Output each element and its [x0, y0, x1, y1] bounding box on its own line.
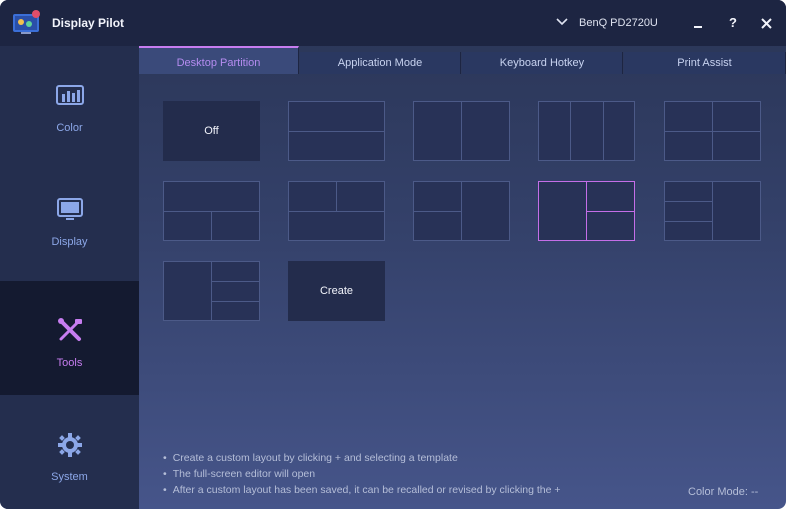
layout-off-label: Off — [204, 125, 219, 137]
layout-pane — [712, 181, 761, 241]
layout-three-vertical[interactable] — [538, 101, 635, 161]
layout-pane — [664, 131, 713, 161]
layout-left-full-right-three[interactable] — [163, 261, 260, 321]
tab-print-assist[interactable]: Print Assist — [624, 52, 786, 74]
gear-icon — [55, 431, 85, 459]
layout-pane — [163, 261, 212, 321]
layout-top-split-bottom-full[interactable] — [288, 181, 385, 241]
sidebar-item-label: Display — [51, 236, 88, 248]
color-bars-icon — [55, 82, 85, 110]
sidebar-item-label: Tools — [56, 357, 83, 369]
layout-pane — [288, 131, 385, 161]
layout-pane — [211, 261, 260, 282]
help-notes: Create a custom layout by clicking + and… — [163, 450, 561, 498]
layout-pane — [603, 101, 635, 161]
close-button[interactable] — [755, 12, 777, 34]
app-title: Display Pilot — [52, 16, 125, 30]
layout-pane — [712, 101, 761, 132]
create-layout-button[interactable]: Create — [288, 261, 385, 321]
sidebar: Color Display Tools System — [0, 46, 139, 509]
layout-pane — [211, 211, 260, 241]
help-button[interactable]: ? — [722, 12, 744, 34]
color-mode-status: Color Mode: -- — [688, 486, 759, 498]
layout-left-split-right-full[interactable] — [413, 181, 510, 241]
sidebar-item-tools[interactable]: Tools — [0, 281, 139, 395]
sidebar-item-system[interactable]: System — [0, 395, 139, 509]
tools-icon — [55, 317, 85, 345]
app-window: Display Pilot BenQ PD2720U ? Color Displ… — [0, 0, 786, 509]
layout-pane — [211, 281, 260, 302]
layout-pane — [163, 181, 260, 212]
minimize-button[interactable] — [687, 12, 709, 34]
title-bar: Display Pilot BenQ PD2720U ? — [0, 0, 786, 46]
layout-pane — [664, 221, 713, 241]
note-item: After a custom layout has been saved, it… — [163, 482, 561, 498]
layout-pane — [413, 101, 462, 161]
layout-off[interactable]: Off — [163, 101, 260, 161]
layout-pane — [664, 201, 713, 222]
tab-keyboard-hotkey[interactable]: Keyboard Hotkey — [462, 52, 623, 74]
monitor-icon — [55, 196, 85, 224]
layout-pane — [538, 181, 587, 241]
layout-left-full-right-split[interactable] — [538, 181, 635, 241]
layout-pane — [586, 181, 635, 212]
layout-four-grid[interactable] — [664, 101, 761, 161]
layout-pane — [664, 181, 713, 202]
layout-two-horizontal[interactable] — [288, 101, 385, 161]
tab-bar: Desktop Partition Application Mode Keybo… — [139, 46, 786, 74]
layout-pane — [461, 101, 510, 161]
sidebar-item-label: System — [51, 471, 88, 483]
layout-pane — [570, 101, 604, 161]
layout-pane — [288, 101, 385, 132]
tab-application-mode[interactable]: Application Mode — [300, 52, 461, 74]
layout-pane — [413, 181, 462, 212]
sidebar-item-display[interactable]: Display — [0, 160, 139, 274]
display-pilot-logo-icon — [12, 9, 42, 37]
layout-top-full-bottom-split[interactable] — [163, 181, 260, 241]
layout-pane — [664, 101, 713, 132]
layout-pane — [461, 181, 510, 241]
note-item: Create a custom layout by clicking + and… — [163, 450, 561, 466]
create-layout-label: Create — [319, 285, 354, 297]
sidebar-item-label: Color — [56, 122, 83, 134]
layout-pane — [288, 211, 385, 241]
layout-pane — [336, 181, 385, 212]
layout-pane — [586, 211, 635, 241]
layout-pane — [538, 101, 571, 161]
layout-pane — [712, 131, 761, 161]
layout-left-three-right-full[interactable] — [664, 181, 761, 241]
note-item: The full-screen editor will open — [163, 466, 561, 482]
monitor-selector[interactable]: BenQ PD2720U — [579, 17, 658, 29]
layout-two-vertical[interactable] — [413, 101, 510, 161]
tab-desktop-partition[interactable]: Desktop Partition — [139, 46, 299, 74]
sidebar-item-color[interactable]: Color — [0, 46, 139, 160]
layout-pane — [211, 301, 260, 321]
layout-pane — [413, 211, 462, 241]
chevron-down-icon[interactable] — [555, 15, 569, 29]
layout-pane — [288, 181, 337, 212]
layout-pane — [163, 211, 212, 241]
